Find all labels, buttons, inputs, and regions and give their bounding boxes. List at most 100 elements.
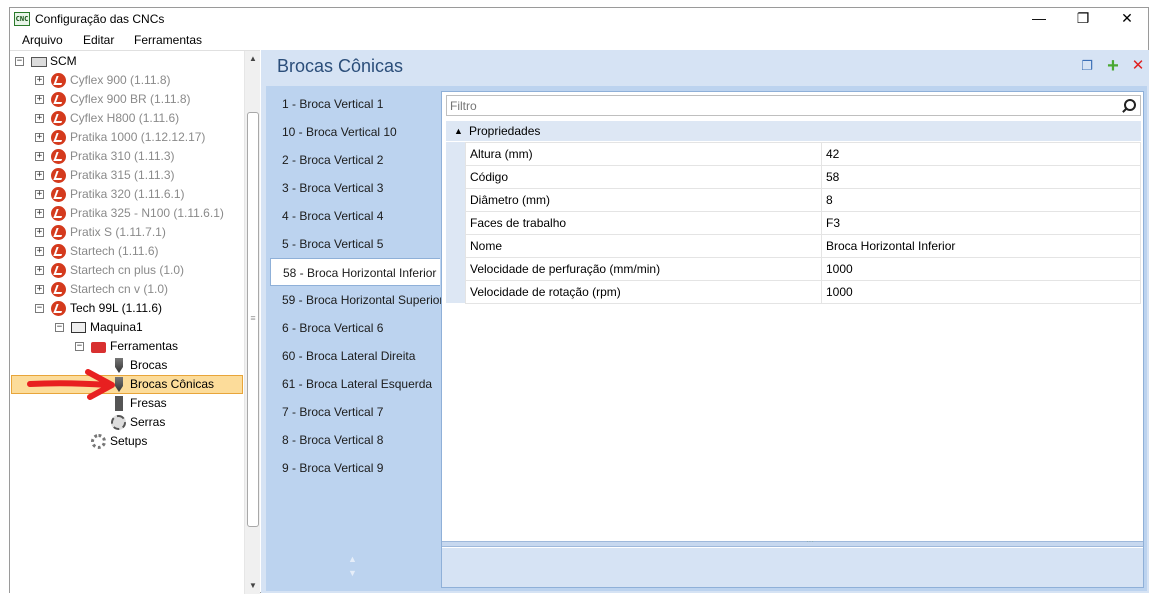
expand-icon[interactable]: + — [35, 190, 44, 199]
expand-icon[interactable]: + — [35, 228, 44, 237]
property-row[interactable]: Diâmetro (mm) 8 — [465, 188, 1141, 212]
property-row[interactable]: Faces de trabalho F3 — [465, 211, 1141, 235]
tree-node-machine[interactable]: + Cyflex 900 (1.11.8) — [10, 71, 240, 90]
page-title: Brocas Cônicas — [277, 56, 404, 76]
tree-node-machine[interactable]: + Startech cn plus (1.0) — [10, 261, 240, 280]
tool-list-item[interactable]: 4 - Broca Vertical 4 — [266, 202, 439, 230]
expand-icon[interactable]: + — [35, 114, 44, 123]
menu-ferramentas[interactable]: Ferramentas — [134, 33, 202, 47]
cnc-machine-icon — [51, 282, 66, 297]
tree-node-machine[interactable]: + Pratika 1000 (1.12.12.17) — [10, 128, 240, 147]
tool-list-item[interactable]: 5 - Broca Vertical 5 — [266, 230, 439, 258]
menu-editar[interactable]: Editar — [83, 33, 114, 47]
property-value[interactable]: F3 — [821, 211, 1141, 235]
tree-node-label: Startech cn plus (1.0) — [70, 263, 185, 277]
saw-icon — [111, 415, 126, 430]
expand-icon[interactable]: + — [35, 76, 44, 85]
expand-icon[interactable]: + — [35, 285, 44, 294]
tree-node-label: Brocas Cônicas — [130, 377, 215, 391]
tool-list-item[interactable]: 8 - Broca Vertical 8 — [266, 426, 439, 454]
chevron-up-icon[interactable]: ▲ — [454, 121, 463, 141]
property-grid: ▲ Propriedades Altura (mm)42Código58Diâm… — [441, 91, 1144, 588]
filter-input[interactable] — [450, 98, 1110, 114]
property-name: Velocidade de perfuração (mm/min) — [465, 257, 822, 281]
collapse-icon[interactable]: − — [35, 304, 44, 313]
collapse-icon[interactable]: − — [55, 323, 64, 332]
property-name: Nome — [465, 234, 822, 258]
annotation-arrow-icon — [27, 369, 115, 400]
tool-list-item[interactable]: 2 - Broca Vertical 2 — [266, 146, 439, 174]
expand-icon[interactable]: + — [35, 209, 44, 218]
expand-icon[interactable]: + — [35, 95, 44, 104]
search-icon[interactable] — [1120, 98, 1136, 114]
close-button[interactable]: ✕ — [1104, 8, 1150, 31]
tool-list-item[interactable]: 60 - Broca Lateral Direita — [266, 342, 439, 370]
property-row[interactable]: Velocidade de perfuração (mm/min) 1000 — [465, 257, 1141, 281]
cnc-machine-icon — [51, 206, 66, 221]
expand-icon[interactable]: + — [35, 171, 44, 180]
description-splitter[interactable]: ··· — [442, 537, 1143, 547]
list-scroll-down-icon[interactable]: ▼ — [348, 566, 357, 580]
expand-icon[interactable]: + — [35, 247, 44, 256]
expand-icon[interactable]: + — [35, 266, 44, 275]
tool-list-item[interactable]: 3 - Broca Vertical 3 — [266, 174, 439, 202]
property-value[interactable]: 8 — [821, 188, 1141, 212]
tree-node-machine[interactable]: + Pratika 325 - N100 (1.11.6.1) — [10, 204, 240, 223]
property-row[interactable]: Nome Broca Horizontal Inferior — [465, 234, 1141, 258]
menu-arquivo[interactable]: Arquivo — [22, 33, 63, 47]
category-row[interactable]: ▲ Propriedades — [446, 121, 1141, 141]
tree-node-machine[interactable]: + Cyflex H800 (1.11.6) — [10, 109, 240, 128]
property-value[interactable]: Broca Horizontal Inferior — [821, 234, 1141, 258]
tree-node-machine[interactable]: + Pratika 320 (1.11.6.1) — [10, 185, 240, 204]
cnc-machine-icon — [51, 149, 66, 164]
property-row[interactable]: Altura (mm) 42 — [465, 142, 1141, 166]
tree-node-machine[interactable]: + Startech (1.11.6) — [10, 242, 240, 261]
tool-list-item[interactable]: 7 - Broca Vertical 7 — [266, 398, 439, 426]
minimize-button[interactable]: — — [1016, 8, 1062, 31]
expand-icon[interactable]: + — [35, 152, 44, 161]
tree-node-label: Startech cn v (1.0) — [70, 282, 169, 296]
tool-list-item[interactable]: 61 - Broca Lateral Esquerda — [266, 370, 439, 398]
collapse-icon[interactable]: − — [75, 342, 84, 351]
tree-node-setups[interactable]: Setups — [10, 432, 240, 451]
scroll-thumb[interactable]: ≡ — [247, 112, 259, 527]
cnc-machine-icon — [51, 92, 66, 107]
tree-node-label: Ferramentas — [110, 339, 179, 353]
add-icon[interactable]: + — [1105, 56, 1121, 76]
expand-icon[interactable]: + — [35, 133, 44, 142]
tree-node-scm[interactable]: − SCM — [10, 52, 240, 71]
delete-icon[interactable]: ✕ — [1130, 58, 1146, 74]
cnc-machine-icon — [51, 111, 66, 126]
tool-list-item[interactable]: 10 - Broca Vertical 10 — [266, 118, 439, 146]
property-row[interactable]: Velocidade de rotação (rpm) 1000 — [465, 280, 1141, 304]
filter-box[interactable] — [446, 95, 1141, 116]
property-value[interactable]: 1000 — [821, 257, 1141, 281]
tree-node-serras[interactable]: Serras — [10, 413, 240, 432]
list-scroll-up-icon[interactable]: ▲ — [348, 552, 357, 566]
property-value[interactable]: 1000 — [821, 280, 1141, 304]
copy-icon[interactable]: ❐ — [1079, 58, 1095, 74]
tree-node-machine[interactable]: + Startech cn v (1.0) — [10, 280, 240, 299]
scroll-up-icon[interactable]: ▲ — [245, 51, 261, 67]
tree-node-tech-99l[interactable]: − Tech 99L (1.11.6) — [10, 299, 240, 318]
tool-list-item[interactable]: 6 - Broca Vertical 6 — [266, 314, 439, 342]
property-value[interactable]: 42 — [821, 142, 1141, 166]
tree-node-label: Serras — [130, 415, 166, 429]
tool-list-item[interactable]: 59 - Broca Horizontal Superior — [266, 286, 443, 314]
collapse-icon[interactable]: − — [15, 57, 24, 66]
maximize-button[interactable]: ❐ — [1060, 8, 1106, 31]
tree-node-machine[interactable]: + Pratix S (1.11.7.1) — [10, 223, 240, 242]
tree-node-machine[interactable]: + Pratika 315 (1.11.3) — [10, 166, 240, 185]
tool-list-item[interactable]: 58 - Broca Horizontal Inferior — [270, 258, 440, 286]
tool-list-item[interactable]: 9 - Broca Vertical 9 — [266, 454, 439, 482]
property-row[interactable]: Código 58 — [465, 165, 1141, 189]
tree-scrollbar[interactable]: ▲ ≡ ▼ — [244, 51, 260, 594]
grip-icon: ≡ — [250, 313, 256, 323]
tree-node-machine[interactable]: + Pratika 310 (1.11.3) — [10, 147, 240, 166]
tool-list-item[interactable]: 1 - Broca Vertical 1 — [266, 90, 439, 118]
tree-node-ferramentas[interactable]: − Ferramentas — [10, 337, 240, 356]
scroll-down-icon[interactable]: ▼ — [245, 578, 261, 594]
tree-node-maquina1[interactable]: − Maquina1 — [10, 318, 240, 337]
property-value[interactable]: 58 — [821, 165, 1141, 189]
tree-node-machine[interactable]: + Cyflex 900 BR (1.11.8) — [10, 90, 240, 109]
